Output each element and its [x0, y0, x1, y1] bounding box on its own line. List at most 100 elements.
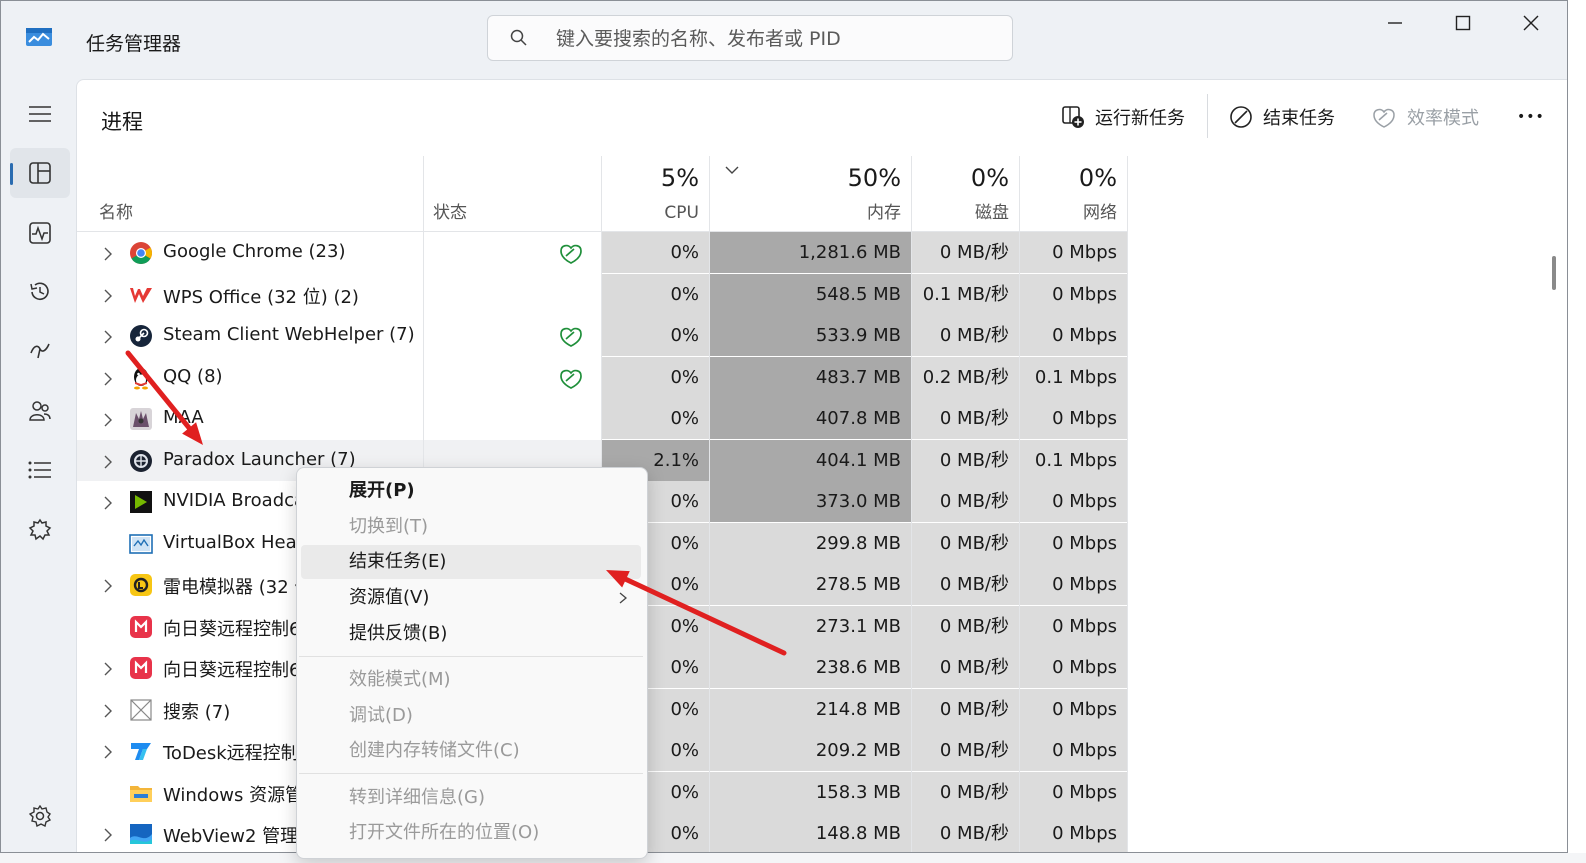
task-manager-window: 任务管理器 进程 运行新任务 结束任务 效率模式 •••	[0, 0, 1568, 853]
process-name-cell[interactable]: WPS Office (32 位) (2)	[77, 274, 601, 315]
disk-cell: 0.2 MB/秒	[911, 356, 1019, 398]
memory-cell: 214.8 MB	[709, 688, 911, 730]
memory-cell: 373.0 MB	[709, 481, 911, 522]
menu-create-dump[interactable]: 创建内存转储文件(C)	[301, 734, 641, 768]
process-name: VirtualBox Heac	[163, 531, 307, 553]
process-name-cell[interactable]: Steam Client WebHelper (7)	[77, 315, 601, 356]
process-row[interactable]: QQ (8) 0% 483.7 MB 0.2 MB/秒 0.1 Mbps	[77, 356, 1127, 398]
column-header-network[interactable]: 0% 网络	[1019, 156, 1127, 232]
network-total-percent: 0%	[1078, 164, 1117, 192]
context-menu: 展开(P) 切换到(T) 结束任务(E) 资源值(V) 提供反馈(B) 效能模式(M) 调试…	[296, 467, 648, 859]
history-icon	[30, 282, 49, 301]
run-new-task-button[interactable]: 运行新任务	[1061, 102, 1185, 132]
column-header-name[interactable]: 名称	[77, 156, 423, 232]
process-row[interactable]: Google Chrome (23) 0% 1,281.6 MB 0 MB/秒 0 Mb…	[77, 232, 1127, 273]
expand-chevron-icon[interactable]	[103, 246, 113, 265]
maximize-button[interactable]	[1429, 1, 1497, 45]
menu-feedback[interactable]: 提供反馈(B)	[301, 617, 641, 651]
expand-chevron-icon[interactable]	[103, 454, 113, 473]
expand-chevron-icon[interactable]	[103, 703, 113, 722]
network-cell: 0.1 Mbps	[1019, 356, 1127, 398]
process-row[interactable]: MAA 0% 407.8 MB 0 MB/秒 0 Mbps	[77, 398, 1127, 439]
nav-startup-apps[interactable]	[10, 326, 70, 376]
details-icon	[28, 461, 51, 479]
column-header-disk[interactable]: 0% 磁盘	[911, 156, 1019, 232]
menu-expand[interactable]: 展开(P)	[301, 474, 641, 508]
process-row[interactable]: Steam Client WebHelper (7) 0% 533.9 MB 0 MB…	[77, 315, 1127, 356]
menu-item-label: 转到详细信息(G)	[349, 787, 485, 808]
column-divider	[911, 156, 912, 852]
efficiency-leaf-icon	[558, 324, 584, 352]
expand-chevron-icon[interactable]	[103, 495, 113, 514]
end-task-label: 结束任务	[1263, 108, 1335, 129]
hamburger-menu-button[interactable]	[10, 89, 70, 139]
process-name-cell[interactable]: QQ (8)	[77, 357, 601, 398]
search-icon	[510, 29, 527, 46]
cpu-cell: 0%	[601, 273, 709, 315]
end-task-button[interactable]: 结束任务	[1229, 102, 1335, 132]
virtualbox-icon	[129, 532, 153, 556]
column-divider	[709, 156, 710, 852]
services-icon	[28, 518, 52, 541]
memory-cell: 404.1 MB	[709, 439, 911, 481]
vertical-scrollbar-thumb[interactable]	[1552, 256, 1556, 290]
menu-go-to-details[interactable]: 转到详细信息(G)	[301, 781, 641, 815]
menu-switch-to[interactable]: 切换到(T)	[301, 510, 641, 544]
expand-chevron-icon[interactable]	[103, 329, 113, 348]
memory-cell: 407.8 MB	[709, 398, 911, 439]
efficiency-mode-button[interactable]: 效率模式	[1371, 102, 1479, 132]
disk-cell: 0 MB/秒	[911, 564, 1019, 605]
column-header-status[interactable]: 状态	[423, 156, 601, 232]
menu-debug[interactable]: 调试(D)	[301, 699, 641, 733]
nav-users[interactable]	[10, 386, 70, 436]
expand-chevron-icon[interactable]	[103, 412, 113, 431]
close-icon	[1523, 15, 1539, 31]
menu-efficiency-mode[interactable]: 效能模式(M)	[301, 663, 641, 697]
more-options-button[interactable]: •••	[1517, 102, 1545, 132]
nav-settings[interactable]	[10, 791, 70, 841]
expand-chevron-icon[interactable]	[103, 661, 113, 680]
more-options-icon: •••	[1517, 109, 1545, 125]
process-name-cell[interactable]: Google Chrome (23)	[77, 232, 601, 273]
search-input[interactable]	[554, 24, 998, 54]
menu-resource-values[interactable]: 资源值(V)	[301, 581, 641, 615]
expand-chevron-icon[interactable]	[103, 744, 113, 763]
menu-separator	[299, 773, 643, 774]
search-box[interactable]	[487, 15, 1013, 61]
nav-services[interactable]	[10, 505, 70, 555]
column-divider	[1019, 156, 1020, 852]
memory-cell: 483.7 MB	[709, 356, 911, 398]
maximize-icon	[1455, 15, 1471, 31]
desktop-background	[0, 853, 1586, 863]
column-disk-label: 磁盘	[975, 203, 1009, 223]
chrome-icon	[129, 241, 153, 265]
expand-chevron-icon[interactable]	[103, 827, 113, 846]
users-icon	[29, 401, 51, 421]
column-header-memory[interactable]: 50% 内存	[709, 156, 911, 232]
expand-chevron-icon[interactable]	[103, 578, 113, 597]
cpu-cell: 0%	[601, 356, 709, 398]
memory-cell: 278.5 MB	[709, 564, 911, 605]
expand-chevron-icon[interactable]	[103, 288, 113, 307]
expand-chevron-icon[interactable]	[103, 371, 113, 390]
qq-icon	[129, 366, 153, 390]
menu-item-label: 创建内存转储文件(C)	[349, 740, 520, 761]
folder-icon	[129, 781, 153, 805]
nav-details[interactable]	[10, 445, 70, 495]
menu-item-label: 展开(P)	[349, 480, 415, 501]
process-name-cell[interactable]: MAA	[77, 398, 601, 439]
nav-performance[interactable]	[10, 208, 70, 258]
memory-cell: 1,281.6 MB	[709, 232, 911, 273]
close-button[interactable]	[1497, 1, 1565, 45]
menu-end-task[interactable]: 结束任务(E)	[301, 545, 641, 579]
nav-app-history[interactable]	[10, 267, 70, 317]
menu-open-file-location[interactable]: 打开文件所在的位置(O)	[301, 816, 641, 850]
nav-processes[interactable]	[10, 148, 70, 198]
process-row[interactable]: WPS Office (32 位) (2) 0% 548.5 MB 0.1 MB/秒 0…	[77, 273, 1127, 315]
minimize-button[interactable]	[1361, 1, 1429, 45]
process-name: Google Chrome (23)	[163, 241, 346, 262]
network-cell: 0 Mbps	[1019, 564, 1127, 605]
column-header-cpu[interactable]: 5% CPU	[601, 156, 709, 232]
column-status-label: 状态	[433, 203, 467, 223]
command-separator	[1207, 94, 1208, 138]
